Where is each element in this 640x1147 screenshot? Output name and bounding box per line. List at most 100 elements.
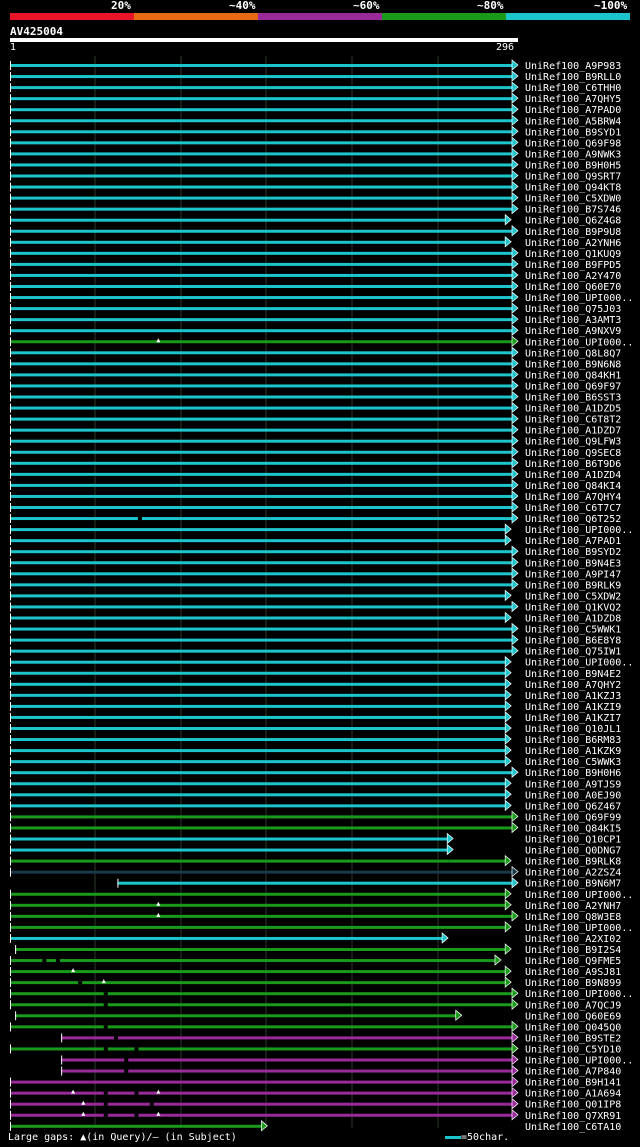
hit-label[interactable]: UniRef100_B9N4E2 <box>525 669 621 680</box>
hit-label[interactable]: UniRef100_C5YD10 <box>525 1044 621 1055</box>
hit-label[interactable]: UniRef100_Q8L8Q7 <box>525 348 621 359</box>
hit-label[interactable]: UniRef100_Q9SRT7 <box>525 172 621 183</box>
hit-label[interactable]: UniRef100_C5WWK3 <box>525 757 621 768</box>
hit-label[interactable]: UniRef100_A7QCJ9 <box>525 1000 621 1011</box>
hit-label[interactable]: UniRef100_Q01IP8 <box>525 1100 621 1111</box>
hit-label[interactable]: UniRef100_C6T7C7 <box>525 503 621 514</box>
hit-label[interactable]: UniRef100_A1A694 <box>525 1089 621 1100</box>
hit-label[interactable]: UniRef100_UPI000.. <box>525 293 633 304</box>
hit-label[interactable]: UniRef100_Q1KVQ2 <box>525 602 621 613</box>
hit-label[interactable]: UniRef100_A2ZSZ4 <box>525 868 621 879</box>
hit-label[interactable]: UniRef100_Q69F99 <box>525 812 621 823</box>
hit-label[interactable]: UniRef100_C6TA10 <box>525 1122 621 1133</box>
hit-label[interactable]: UniRef100_A1DZD5 <box>525 404 621 415</box>
hit-label[interactable]: UniRef100_A7QHY2 <box>525 680 621 691</box>
hit-label[interactable]: UniRef100_Q8W3E8 <box>525 912 621 923</box>
hit-label[interactable]: UniRef100_B9N899 <box>525 978 621 989</box>
hit-label[interactable]: UniRef100_A1KZJ3 <box>525 691 621 702</box>
hit-label[interactable]: UniRef100_A1DZD8 <box>525 614 621 625</box>
hit-label[interactable]: UniRef100_UPI000.. <box>525 1056 633 1067</box>
hit-label[interactable]: UniRef100_C6THH0 <box>525 83 621 94</box>
hit-label[interactable]: UniRef100_B9N6N8 <box>525 359 621 370</box>
hit-label[interactable]: UniRef100_Q7XR91 <box>525 1111 621 1122</box>
hit-label[interactable]: UniRef100_A1DZD7 <box>525 426 621 437</box>
hit-label[interactable]: UniRef100_UPI000.. <box>525 525 633 536</box>
hit-label[interactable]: UniRef100_A1KZI9 <box>525 702 621 713</box>
hit-label[interactable]: UniRef100_A7PAD0 <box>525 105 621 116</box>
hit-label[interactable]: UniRef100_B9I2S4 <box>525 945 621 956</box>
hit-label[interactable]: UniRef100_C5XDW2 <box>525 591 621 602</box>
hit-label[interactable]: UniRef100_B9STE2 <box>525 1033 621 1044</box>
hit-label[interactable]: UniRef100_B6SST3 <box>525 393 621 404</box>
hit-label[interactable]: UniRef100_A7PAD1 <box>525 536 621 547</box>
hit-label[interactable]: UniRef100_A2YNH6 <box>525 238 621 249</box>
hit-label[interactable]: UniRef100_Q10JL1 <box>525 724 621 735</box>
hit-label[interactable]: UniRef100_A3AMT3 <box>525 315 621 326</box>
hit-label[interactable]: UniRef100_A9P983 <box>525 61 621 72</box>
hit-label[interactable]: UniRef100_Q9LFW3 <box>525 437 621 448</box>
hit-label[interactable]: UniRef100_B9N6M7 <box>525 879 621 890</box>
hit-label[interactable]: UniRef100_Q6Z4G8 <box>525 216 621 227</box>
hit-label[interactable]: UniRef100_A0EJ90 <box>525 790 621 801</box>
hit-bar <box>10 627 513 631</box>
hit-label[interactable]: UniRef100_Q69F97 <box>525 381 621 392</box>
hit-label[interactable]: UniRef100_UPI000.. <box>525 923 633 934</box>
hit-label[interactable]: UniRef100_B9RLL0 <box>525 72 621 83</box>
hit-label[interactable]: UniRef100_B9RLK8 <box>525 857 621 868</box>
hit-label[interactable]: UniRef100_B6RM83 <box>525 735 621 746</box>
hit-label[interactable]: UniRef100_UPI000.. <box>525 890 633 901</box>
hit-label[interactable]: UniRef100_B9SYD2 <box>525 547 621 558</box>
hit-label[interactable]: UniRef100_A9SJ81 <box>525 967 621 978</box>
hit-label[interactable]: UniRef100_A1KZI7 <box>525 713 621 724</box>
hit-label[interactable]: UniRef100_B9SYD1 <box>525 127 621 138</box>
hit-label[interactable]: UniRef100_B9N4E3 <box>525 558 621 569</box>
hit-label[interactable]: UniRef100_A2Y470 <box>525 271 621 282</box>
hit-label[interactable]: UniRef100_Q60E69 <box>525 1011 621 1022</box>
hit-label[interactable]: UniRef100_A5BRW4 <box>525 116 621 127</box>
hit-label[interactable]: UniRef100_Q0DNG7 <box>525 846 621 857</box>
hit-label[interactable]: UniRef100_C5WWK1 <box>525 625 621 636</box>
hit-label[interactable]: UniRef100_A9NXV9 <box>525 326 621 337</box>
hit-label[interactable]: UniRef100_Q1KUQ9 <box>525 249 621 260</box>
hit-label[interactable]: UniRef100_A1KZK9 <box>525 746 621 757</box>
hit-label[interactable]: UniRef100_Q75J03 <box>525 304 621 315</box>
hit-bar <box>10 307 513 311</box>
hit-label[interactable]: UniRef100_Q84KH1 <box>525 370 621 381</box>
hit-label[interactable]: UniRef100_C6T8T2 <box>525 415 621 426</box>
hit-label[interactable]: UniRef100_Q10CP1 <box>525 835 621 846</box>
hit-label[interactable]: UniRef100_A2XI02 <box>525 934 621 945</box>
hit-label[interactable]: UniRef100_B7S746 <box>525 205 621 216</box>
hit-label[interactable]: UniRef100_Q94KT8 <box>525 183 621 194</box>
hit-label[interactable]: UniRef100_B9FPD5 <box>525 260 621 271</box>
hit-label[interactable]: UniRef100_Q045Q0 <box>525 1022 621 1033</box>
hit-label[interactable]: UniRef100_A1DZD4 <box>525 470 621 481</box>
hit-label[interactable]: UniRef100_B9H0H6 <box>525 768 621 779</box>
hit-label[interactable]: UniRef100_UPI000.. <box>525 337 633 348</box>
hit-label[interactable]: UniRef100_A9NWK3 <box>525 149 621 160</box>
subject-gap <box>103 1113 108 1117</box>
hit-label[interactable]: UniRef100_A2YNH7 <box>525 901 621 912</box>
hit-label[interactable]: UniRef100_B6T9D6 <box>525 459 621 470</box>
hit-label[interactable]: UniRef100_C5XDW0 <box>525 194 621 205</box>
hit-label[interactable]: UniRef100_B9H0H5 <box>525 160 621 171</box>
hit-label[interactable]: UniRef100_A7QHY4 <box>525 492 621 503</box>
hit-label[interactable]: UniRef100_B6E8Y8 <box>525 636 621 647</box>
hit-label[interactable]: UniRef100_Q6Z467 <box>525 801 621 812</box>
hit-label[interactable]: UniRef100_UPI000.. <box>525 658 633 669</box>
hit-label[interactable]: UniRef100_Q9SEC8 <box>525 448 621 459</box>
hit-label[interactable]: UniRef100_Q69F98 <box>525 138 621 149</box>
hit-label[interactable]: UniRef100_UPI000.. <box>525 989 633 1000</box>
hit-label[interactable]: UniRef100_A9PI47 <box>525 569 621 580</box>
hit-label[interactable]: UniRef100_A7QHY5 <box>525 94 621 105</box>
hit-label[interactable]: UniRef100_A9TJS9 <box>525 779 621 790</box>
hit-label[interactable]: UniRef100_B9RLK9 <box>525 580 621 591</box>
hit-label[interactable]: UniRef100_A7P840 <box>525 1067 621 1078</box>
hit-label[interactable]: UniRef100_Q84KI4 <box>525 481 621 492</box>
hit-label[interactable]: UniRef100_Q9FME5 <box>525 956 621 967</box>
hit-label[interactable]: UniRef100_Q6T252 <box>525 514 621 525</box>
hit-label[interactable]: UniRef100_Q84KI5 <box>525 823 621 834</box>
hit-label[interactable]: UniRef100_B9P9U8 <box>525 227 621 238</box>
hit-label[interactable]: UniRef100_Q60E70 <box>525 282 621 293</box>
hit-label[interactable]: UniRef100_Q75IW1 <box>525 647 621 658</box>
hit-label[interactable]: UniRef100_B9H141 <box>525 1078 621 1089</box>
